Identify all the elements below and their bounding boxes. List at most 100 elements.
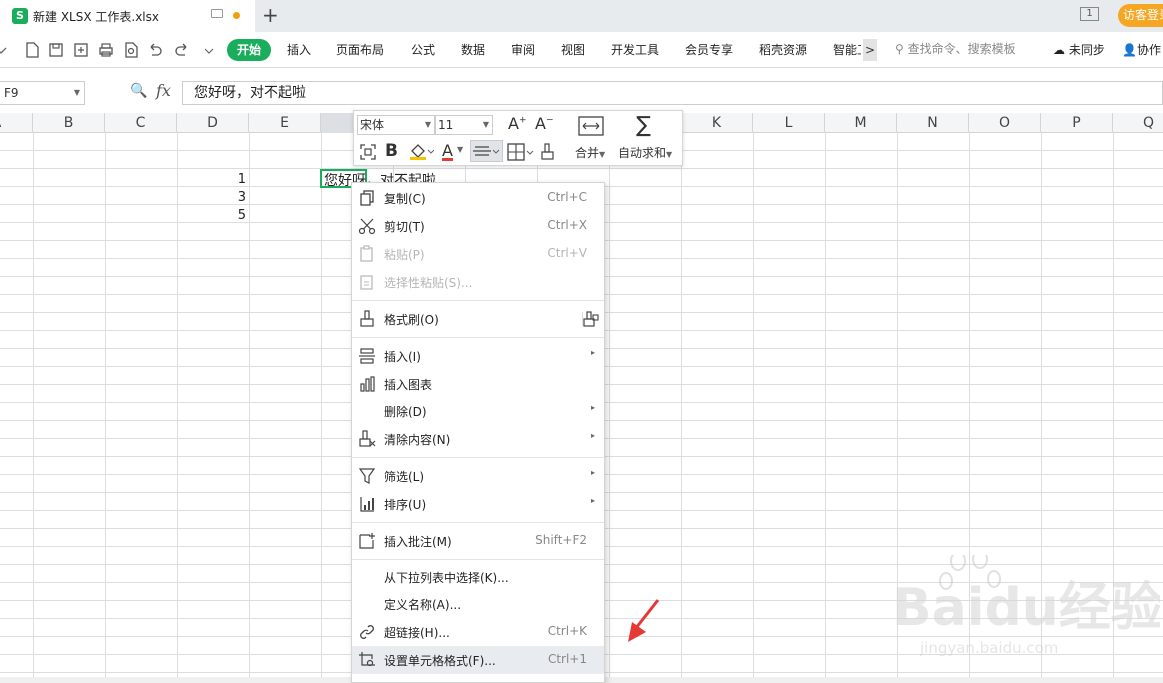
col-header-d[interactable]: D [177, 113, 249, 133]
tab-formula[interactable]: 公式 [411, 41, 435, 58]
name-box[interactable]: F9 ▼ [0, 81, 85, 105]
align-icon[interactable] [470, 140, 503, 162]
font-color-button[interactable]: A [442, 141, 453, 160]
sigma-icon[interactable]: ∑ [636, 113, 651, 138]
submenu-arrow-icon: ▸ [590, 468, 595, 477]
undo-icon[interactable] [146, 41, 164, 59]
tab-docer-resources[interactable]: 稻壳资源 [759, 41, 807, 58]
cell-d5[interactable]: 5 [216, 208, 246, 223]
annotation-arrow-icon [624, 598, 664, 644]
chevron-down-icon[interactable] [0, 41, 12, 59]
cell-d4[interactable]: 3 [216, 190, 246, 205]
tab-member[interactable]: 会员专享 [685, 41, 733, 58]
border-icon[interactable] [506, 142, 534, 166]
menu-item-copy[interactable]: 复制(C) Ctrl+C [352, 184, 604, 212]
sync-status[interactable]: ☁ 未同步 [1053, 41, 1105, 58]
merge-text: 合并 [575, 146, 600, 160]
col-header-a[interactable]: A [0, 113, 33, 133]
redo-icon[interactable] [173, 41, 191, 59]
menu-divider [352, 457, 604, 458]
menu-item-cut[interactable]: 剪切(T) Ctrl+X [352, 212, 604, 240]
monitor-icon[interactable] [211, 9, 223, 18]
save-icon[interactable] [47, 41, 65, 59]
col-header-o[interactable]: O [969, 113, 1041, 133]
print-icon[interactable] [97, 41, 115, 59]
merge-cells-icon[interactable] [578, 115, 604, 141]
menu-item-filter[interactable]: 筛选(L) ▸ [352, 462, 604, 490]
col-header-b[interactable]: B [33, 113, 105, 133]
tab-developer[interactable]: 开发工具 [611, 41, 659, 58]
menu-item-format-cells[interactable]: 设置单元格格式(F)... Ctrl+1 [352, 646, 604, 674]
merge-label[interactable]: 合并▼ [575, 144, 605, 161]
menu-item-format-painter[interactable]: 格式刷(O) [352, 305, 604, 333]
menu-item-delete[interactable]: 删除(D) ▸ [352, 397, 604, 425]
formula-input[interactable]: 您好呀，对不起啦 [182, 81, 1163, 105]
fx-icon[interactable]: fx [156, 81, 171, 100]
autosum-label[interactable]: 自动求和▼ [618, 144, 672, 161]
page-indicator[interactable]: 1 [1080, 7, 1099, 21]
guest-login-button[interactable]: 访客登录 [1118, 4, 1163, 27]
document-tab[interactable]: S 新建 XLSX 工作表.xlsx [0, 0, 255, 32]
title-bar: S 新建 XLSX 工作表.xlsx + 1 访客登录 [0, 0, 1163, 32]
col-header-l[interactable]: L [753, 113, 825, 133]
sync-label: 未同步 [1068, 43, 1105, 57]
menu-item-label: 插入(I) [384, 350, 421, 364]
zoom-search-icon[interactable]: 🔍 [130, 83, 147, 99]
cloud-icon: ☁ [1053, 43, 1069, 57]
tab-smart-tools[interactable]: 智能工 [833, 41, 861, 58]
menu-item-pick-from-list[interactable]: 从下拉列表中选择(K)... [352, 563, 604, 591]
collab-button[interactable]: 👤协作 [1122, 41, 1161, 58]
menu-item-label: 筛选(L) [384, 470, 425, 484]
font-family-value: 宋体 [360, 118, 385, 132]
menu-item-paste[interactable]: 粘贴(P) Ctrl+V [352, 240, 604, 268]
tab-page-layout[interactable]: 页面布局 [336, 41, 384, 58]
menu-item-sort[interactable]: 排序(U) ▸ [352, 490, 604, 518]
more-tabs-button[interactable]: > [863, 39, 877, 61]
context-menu: 复制(C) Ctrl+C 剪切(T) Ctrl+X 粘贴(P) Ctrl+V 选… [351, 182, 605, 683]
new-tab-button[interactable]: + [262, 3, 279, 27]
col-header-k[interactable]: K [681, 113, 753, 133]
tab-start[interactable]: 开始 [227, 39, 271, 61]
export-icon[interactable] [72, 41, 90, 59]
col-header-m[interactable]: M [825, 113, 897, 133]
document-title: 新建 XLSX 工作表.xlsx [33, 10, 159, 24]
submenu-arrow-icon: ▸ [590, 348, 595, 357]
menu-item-hyperlink[interactable]: 超链接(H)... Ctrl+K [352, 618, 604, 646]
tab-insert[interactable]: 插入 [287, 41, 311, 58]
tab-view[interactable]: 视图 [561, 41, 585, 58]
col-header-c[interactable]: C [105, 113, 177, 133]
col-header-p[interactable]: P [1041, 113, 1113, 133]
font-family-select[interactable]: 宋体 ▼ [357, 115, 435, 135]
increase-font-icon[interactable]: A+ [508, 114, 527, 133]
menu-item-shortcut: Shift+F2 [535, 533, 587, 547]
bold-button[interactable]: B [385, 141, 398, 161]
col-header-n[interactable]: N [897, 113, 969, 133]
tab-review[interactable]: 审阅 [511, 41, 535, 58]
new-file-icon[interactable] [23, 41, 41, 59]
fill-color-icon[interactable] [408, 141, 435, 165]
menu-divider [352, 559, 604, 560]
menu-item-label: 插入图表 [384, 378, 433, 392]
menu-item-insert-comment[interactable]: 插入批注(M) Shift+F2 [352, 527, 604, 555]
select-icon[interactable] [359, 143, 377, 165]
menu-divider [352, 300, 604, 301]
print-preview-icon[interactable] [122, 41, 140, 59]
menu-item-insert-chart[interactable]: 插入图表 [352, 370, 604, 398]
cell-d3[interactable]: 1 [216, 172, 246, 187]
menu-item-insert[interactable]: 插入(I) ▸ [352, 342, 604, 370]
menu-item-paste-special[interactable]: 选择性粘贴(S)... [352, 268, 604, 296]
menu-item-define-name[interactable]: 定义名称(A)... [352, 590, 604, 618]
quick-access-dropdown-icon[interactable] [200, 41, 218, 59]
col-header-q[interactable]: Q [1113, 113, 1163, 133]
menu-item-clear-contents[interactable]: 清除内容(N) ▸ [352, 425, 604, 453]
tab-data[interactable]: 数据 [461, 41, 485, 58]
decrease-font-icon[interactable]: A− [535, 114, 554, 133]
format-painter-icon[interactable] [539, 142, 557, 166]
chevron-down-icon[interactable]: ▼ [457, 145, 463, 154]
format-brush-lock-icon[interactable] [582, 310, 600, 328]
paste-special-icon [358, 273, 376, 291]
menu-item-label: 定义名称(A)... [384, 598, 462, 612]
command-search[interactable]: ⚲ 查找命令、搜索模板 [895, 40, 1016, 57]
font-size-select[interactable]: 11 ▼ [435, 115, 493, 135]
col-header-e[interactable]: E [249, 113, 321, 133]
